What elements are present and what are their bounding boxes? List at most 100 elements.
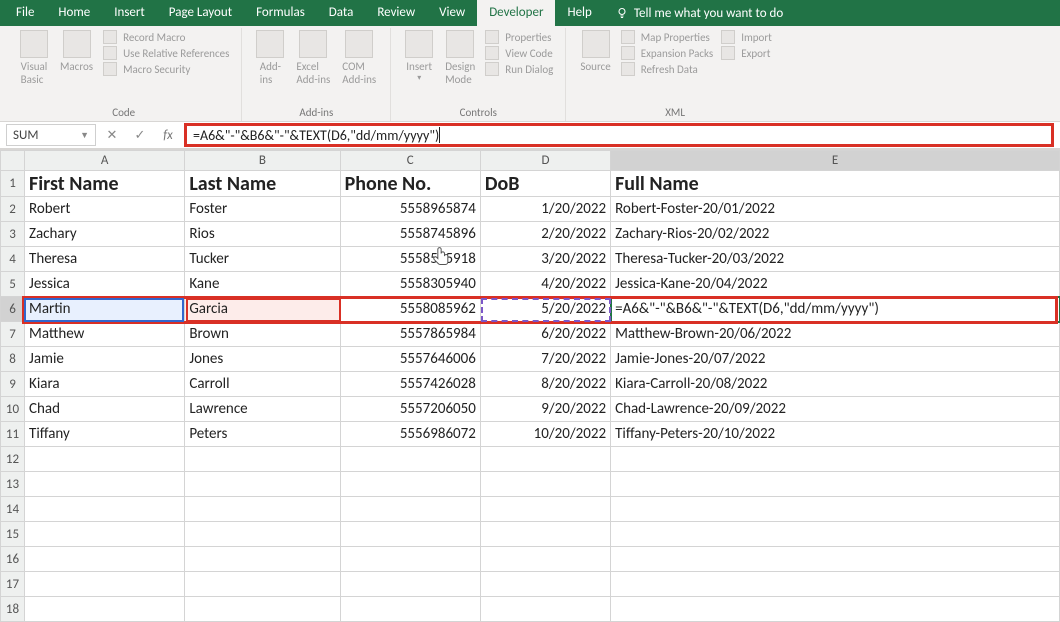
- row-header-16[interactable]: 16: [1, 547, 25, 572]
- formula-input[interactable]: =A6&"-"&B6&"-"&TEXT(D6,"dd/mm/yyyy"): [184, 123, 1054, 147]
- use-relative-refs-button[interactable]: Use Relative References: [103, 46, 229, 60]
- enter-formula-button[interactable]: ✓: [128, 124, 152, 146]
- cell[interactable]: 8/20/2022: [480, 372, 610, 397]
- xml-source-button[interactable]: Source: [574, 28, 616, 76]
- record-macro-button[interactable]: Record Macro: [103, 30, 229, 44]
- cell[interactable]: Robert-Foster-20/01/2022: [611, 197, 1060, 222]
- cell[interactable]: 1/20/2022: [480, 197, 610, 222]
- cell[interactable]: [185, 597, 340, 622]
- expansion-packs-button[interactable]: Expansion Packs: [621, 46, 713, 60]
- cell[interactable]: [480, 597, 610, 622]
- cell[interactable]: Peters: [185, 422, 340, 447]
- cell[interactable]: [25, 472, 185, 497]
- insert-function-button[interactable]: fx: [156, 124, 180, 146]
- macro-security-button[interactable]: Macro Security: [103, 62, 229, 76]
- cell[interactable]: [185, 447, 340, 472]
- cell[interactable]: [185, 497, 340, 522]
- cell[interactable]: [611, 497, 1060, 522]
- cell[interactable]: 10/20/2022: [480, 422, 610, 447]
- cell[interactable]: 5557646006: [340, 347, 480, 372]
- cell[interactable]: Last Name: [185, 171, 340, 197]
- tab-developer[interactable]: Developer: [477, 0, 555, 26]
- cell[interactable]: Brown: [185, 322, 340, 347]
- cell[interactable]: First Name: [25, 171, 185, 197]
- col-header-E[interactable]: E: [611, 151, 1060, 171]
- cell[interactable]: 7/20/2022: [480, 347, 610, 372]
- cell[interactable]: [611, 472, 1060, 497]
- cell[interactable]: [611, 597, 1060, 622]
- cell[interactable]: Robert: [25, 197, 185, 222]
- row-header-18[interactable]: 18: [1, 597, 25, 622]
- cell[interactable]: [480, 547, 610, 572]
- cell[interactable]: 5/20/2022: [480, 297, 610, 322]
- cell[interactable]: Jessica-Kane-20/04/2022: [611, 272, 1060, 297]
- cell[interactable]: [480, 447, 610, 472]
- row-header-10[interactable]: 10: [1, 397, 25, 422]
- col-header-B[interactable]: B: [185, 151, 340, 171]
- cell[interactable]: Martin: [25, 297, 185, 322]
- cell[interactable]: Garcia: [185, 297, 340, 322]
- cell[interactable]: [25, 572, 185, 597]
- tab-formulas[interactable]: Formulas: [244, 0, 317, 26]
- cell[interactable]: Carroll: [185, 372, 340, 397]
- cell[interactable]: Kiara: [25, 372, 185, 397]
- tab-view[interactable]: View: [427, 0, 477, 26]
- macros-button[interactable]: Macros: [54, 28, 99, 76]
- cell[interactable]: [480, 522, 610, 547]
- insert-control-button[interactable]: Insert▾: [399, 28, 439, 85]
- cell[interactable]: Kane: [185, 272, 340, 297]
- cell[interactable]: 5557206050: [340, 397, 480, 422]
- col-header-D[interactable]: D: [480, 151, 610, 171]
- col-header-A[interactable]: A: [25, 151, 185, 171]
- cell[interactable]: [611, 547, 1060, 572]
- view-code-button[interactable]: View Code: [485, 46, 553, 60]
- cell[interactable]: 5558085962: [340, 297, 480, 322]
- cell[interactable]: 5557426028: [340, 372, 480, 397]
- cell[interactable]: [185, 522, 340, 547]
- row-header-7[interactable]: 7: [1, 322, 25, 347]
- design-mode-button[interactable]: Design Mode: [439, 28, 481, 88]
- cell[interactable]: Theresa-Tucker-20/03/2022: [611, 247, 1060, 272]
- cell[interactable]: Lawrence: [185, 397, 340, 422]
- cell[interactable]: [185, 572, 340, 597]
- row-header-14[interactable]: 14: [1, 497, 25, 522]
- cell[interactable]: Full Name: [611, 171, 1060, 197]
- cell[interactable]: 3/20/2022: [480, 247, 610, 272]
- xml-export-button[interactable]: Export: [721, 46, 772, 60]
- cell[interactable]: 5558745896: [340, 222, 480, 247]
- cell[interactable]: [480, 472, 610, 497]
- select-all-corner[interactable]: [1, 151, 25, 171]
- row-header-6[interactable]: 6: [1, 297, 25, 322]
- cell[interactable]: Zachary: [25, 222, 185, 247]
- row-header-17[interactable]: 17: [1, 572, 25, 597]
- cell[interactable]: [25, 597, 185, 622]
- cell[interactable]: 5557865984: [340, 322, 480, 347]
- cell[interactable]: [185, 547, 340, 572]
- tab-help[interactable]: Help: [555, 0, 603, 26]
- cell[interactable]: 5556986072: [340, 422, 480, 447]
- cell[interactable]: [185, 472, 340, 497]
- row-header-4[interactable]: 4: [1, 247, 25, 272]
- row-header-15[interactable]: 15: [1, 522, 25, 547]
- cell[interactable]: 5558305940: [340, 272, 480, 297]
- cell[interactable]: [25, 522, 185, 547]
- cell[interactable]: 2/20/2022: [480, 222, 610, 247]
- cell[interactable]: [340, 522, 480, 547]
- row-header-1[interactable]: 1: [1, 171, 25, 197]
- cell[interactable]: Theresa: [25, 247, 185, 272]
- map-properties-button[interactable]: Map Properties: [621, 30, 713, 44]
- cell[interactable]: Jessica: [25, 272, 185, 297]
- row-header-3[interactable]: 3: [1, 222, 25, 247]
- cell[interactable]: [340, 572, 480, 597]
- cell[interactable]: [611, 522, 1060, 547]
- cell[interactable]: [25, 547, 185, 572]
- cell[interactable]: Jamie: [25, 347, 185, 372]
- cell[interactable]: Chad-Lawrence-20/09/2022: [611, 397, 1060, 422]
- tab-home[interactable]: Home: [46, 0, 102, 26]
- row-header-8[interactable]: 8: [1, 347, 25, 372]
- row-header-12[interactable]: 12: [1, 447, 25, 472]
- cell[interactable]: Phone No.: [340, 171, 480, 197]
- name-box[interactable]: SUM ▼: [6, 124, 96, 146]
- cell[interactable]: [340, 472, 480, 497]
- cell[interactable]: =A6&"-"&B6&"-"&TEXT(D6,"dd/mm/yyyy"): [611, 297, 1060, 322]
